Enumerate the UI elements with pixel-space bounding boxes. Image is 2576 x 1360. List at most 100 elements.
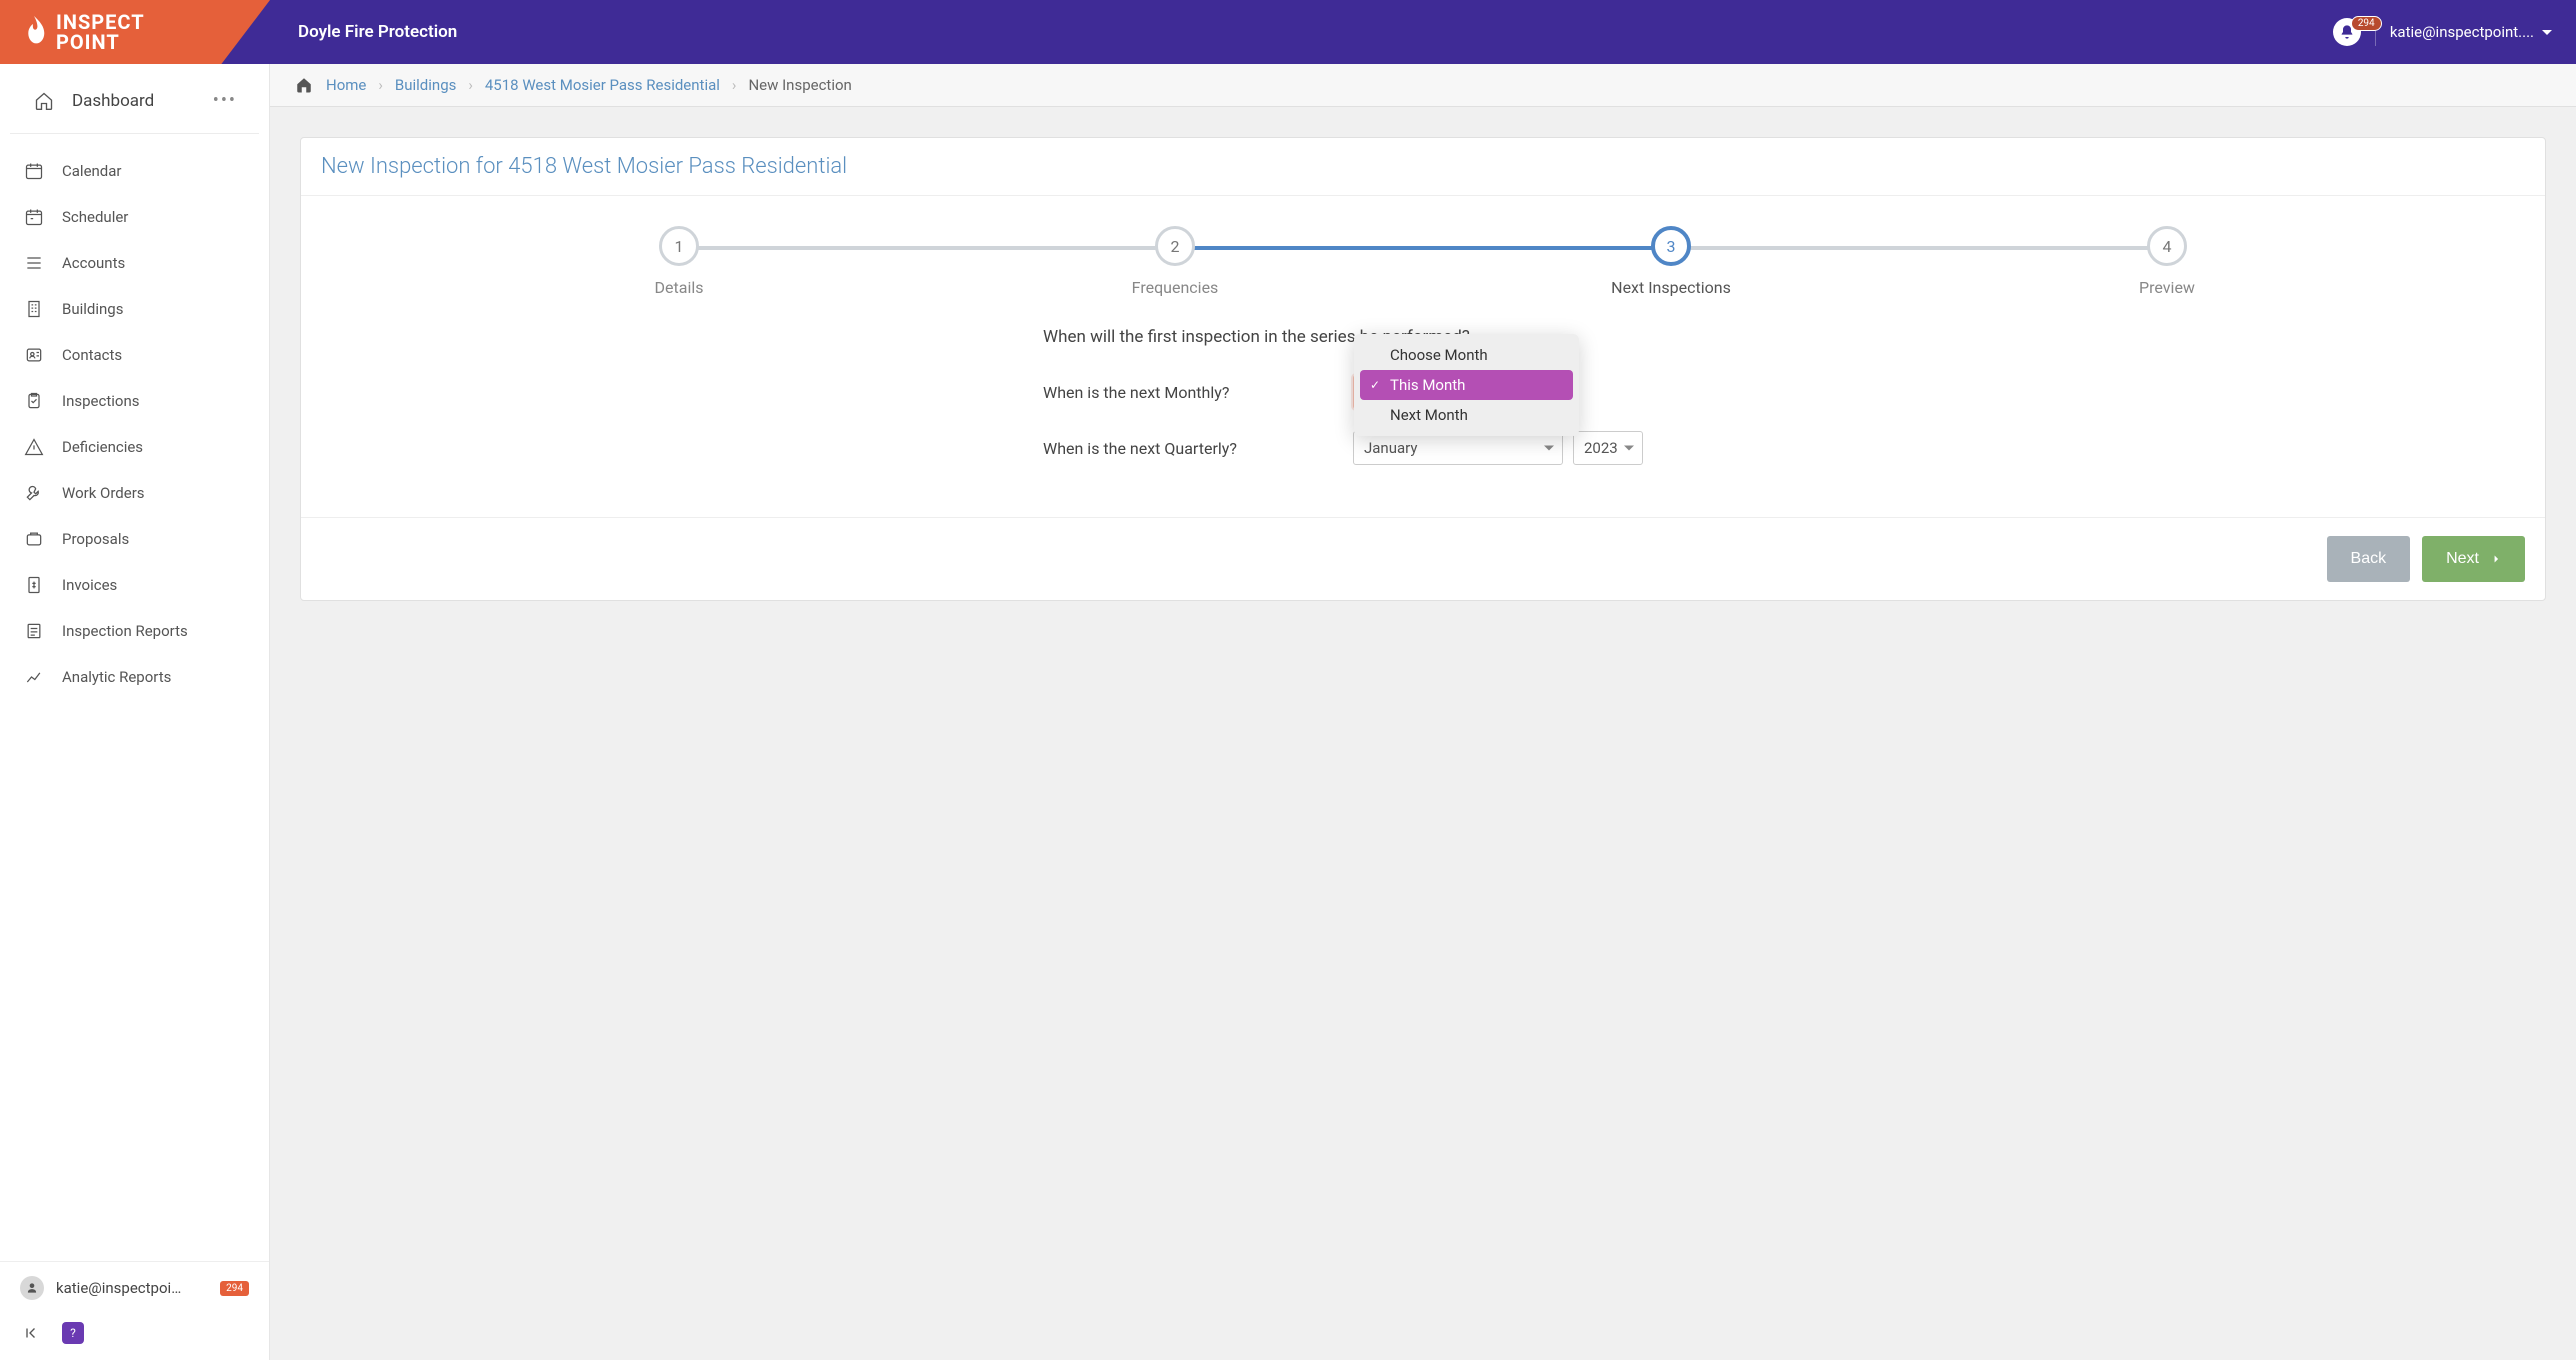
next-button[interactable]: Next: [2422, 536, 2525, 582]
row-quarterly: When is the next Quarterly? January 2023: [1043, 431, 1803, 465]
sidebar-footer: katie@inspectpoint.... 294: [0, 1261, 269, 1310]
step-preview[interactable]: 4 Preview: [1919, 226, 2415, 297]
inspection-card: New Inspection for 4518 West Mosier Pass…: [300, 137, 2546, 601]
logo-wrap: INSPECT POINT: [0, 0, 270, 64]
user-menu[interactable]: katie@inspectpoint....: [2390, 23, 2552, 41]
brand-top: INSPECT: [56, 12, 145, 32]
sidebar-item-calendar[interactable]: Calendar: [0, 148, 269, 194]
next-label: Next: [2446, 550, 2479, 568]
avatar: [20, 1276, 44, 1300]
accounts-icon: [24, 253, 44, 273]
sidebar-item-label: Calendar: [62, 162, 122, 180]
breadcrumb-home[interactable]: Home: [326, 76, 366, 94]
brand-bottom: POINT: [56, 32, 145, 52]
sidebar-item-label: Invoices: [62, 576, 117, 594]
step-label: Details: [655, 278, 704, 297]
sidebar-item-deficiencies[interactable]: Deficiencies: [0, 424, 269, 470]
scheduler-icon: [24, 207, 44, 227]
header-right: 294 katie@inspectpoint....: [2333, 18, 2576, 46]
sidebar-item-inspection-reports[interactable]: Inspection Reports: [0, 608, 269, 654]
notifications-button[interactable]: 294: [2333, 18, 2361, 46]
sidebar-dashboard-row[interactable]: Dashboard •••: [10, 64, 259, 134]
sidebar-item-accounts[interactable]: Accounts: [0, 240, 269, 286]
card-title: New Inspection for 4518 West Mosier Pass…: [301, 138, 2545, 196]
step-label: Frequencies: [1132, 278, 1219, 297]
sidebar-item-analytic-reports[interactable]: Analytic Reports: [0, 654, 269, 700]
quarterly-year-select[interactable]: 2023: [1573, 431, 1643, 465]
analytics-icon: [24, 667, 44, 687]
proposals-icon: [24, 529, 44, 549]
sidebar-item-scheduler[interactable]: Scheduler: [0, 194, 269, 240]
sidebar-item-buildings[interactable]: Buildings: [0, 286, 269, 332]
chevron-down-icon: [2542, 30, 2552, 35]
breadcrumb-current: New Inspection: [748, 76, 851, 94]
sidebar-item-invoices[interactable]: Invoices: [0, 562, 269, 608]
chevron-down-icon: [1544, 446, 1554, 451]
quarterly-year-value: 2023: [1584, 439, 1618, 457]
deficiencies-icon: [24, 437, 44, 457]
sidebar-footer-badge: 294: [220, 1281, 249, 1296]
dropdown-option-choose[interactable]: Choose Month: [1360, 340, 1573, 370]
quarterly-month-select[interactable]: January: [1353, 431, 1563, 465]
step-number: 1: [659, 226, 699, 266]
calendar-icon: [24, 161, 44, 181]
sidebar-item-workorders[interactable]: Work Orders: [0, 470, 269, 516]
sidebar-item-label: Buildings: [62, 300, 123, 318]
step-frequencies[interactable]: 2 Frequencies: [927, 226, 1423, 297]
dropdown-option-next-month[interactable]: Next Month: [1360, 400, 1573, 430]
step-details[interactable]: 1 Details: [431, 226, 927, 297]
chevron-down-icon: [1624, 446, 1634, 451]
breadcrumb: Home › Buildings › 4518 West Mosier Pass…: [270, 64, 2576, 107]
user-email: katie@inspectpoint....: [2390, 23, 2534, 41]
dropdown-option-this-month[interactable]: This Month: [1360, 370, 1573, 400]
reports-icon: [24, 621, 44, 641]
sidebar-bottom: ?: [0, 1310, 269, 1360]
sidebar-item-label: Work Orders: [62, 484, 145, 502]
breadcrumb-building[interactable]: 4518 West Mosier Pass Residential: [485, 76, 720, 94]
sidebar: Dashboard ••• Calendar Scheduler Account…: [0, 64, 270, 1360]
breadcrumb-buildings[interactable]: Buildings: [395, 76, 456, 94]
sidebar-item-contacts[interactable]: Contacts: [0, 332, 269, 378]
sidebar-user-row[interactable]: katie@inspectpoint.... 294: [20, 1276, 249, 1300]
invoices-icon: [24, 575, 44, 595]
sidebar-dashboard-label: Dashboard: [72, 91, 154, 111]
step-number: 3: [1651, 226, 1691, 266]
monthly-month-select[interactable]: Choose Month This Month Next Month: [1353, 375, 1563, 409]
arrow-right-icon: [2487, 552, 2501, 566]
sidebar-item-inspections[interactable]: Inspections: [0, 378, 269, 424]
main-content: Home › Buildings › 4518 West Mosier Pass…: [270, 64, 2576, 1360]
step-number: 4: [2147, 226, 2187, 266]
card-footer: Back Next: [301, 517, 2545, 600]
notification-count-badge: 294: [2351, 16, 2382, 31]
step-next-inspections[interactable]: 3 Next Inspections: [1423, 226, 1919, 297]
buildings-icon: [24, 299, 44, 319]
step-label: Preview: [2139, 278, 2195, 297]
brand-logo[interactable]: INSPECT POINT: [20, 12, 145, 52]
sidebar-item-label: Proposals: [62, 530, 129, 548]
home-icon[interactable]: [294, 76, 314, 94]
back-label: Back: [2351, 550, 2387, 568]
sidebar-nav: Calendar Scheduler Accounts Buildings Co…: [0, 134, 269, 1261]
help-button[interactable]: ?: [62, 1322, 84, 1344]
chevron-right-icon: ›: [378, 76, 383, 94]
step-label: Next Inspections: [1611, 278, 1731, 297]
chevron-right-icon: ›: [468, 76, 473, 94]
ellipsis-icon[interactable]: •••: [213, 90, 237, 111]
sidebar-item-label: Accounts: [62, 254, 125, 272]
company-name: Doyle Fire Protection: [298, 22, 457, 42]
workorders-icon: [24, 483, 44, 503]
row-monthly: When is the next Monthly? Choose Month T…: [1043, 375, 1803, 409]
wizard-stepper: 1 Details 2 Frequencies 3 Next In: [331, 226, 2515, 297]
sidebar-item-proposals[interactable]: Proposals: [0, 516, 269, 562]
back-button[interactable]: Back: [2327, 536, 2411, 582]
contacts-icon: [24, 345, 44, 365]
sidebar-item-label: Scheduler: [62, 208, 128, 226]
collapse-icon[interactable]: [24, 1324, 42, 1342]
sidebar-item-label: Inspections: [62, 392, 139, 410]
sidebar-item-label: Analytic Reports: [62, 668, 171, 686]
monthly-label: When is the next Monthly?: [1043, 383, 1353, 402]
quarterly-month-value: January: [1364, 439, 1417, 457]
user-icon: [25, 1281, 39, 1295]
home-icon: [34, 91, 54, 111]
flame-icon: [20, 16, 48, 48]
